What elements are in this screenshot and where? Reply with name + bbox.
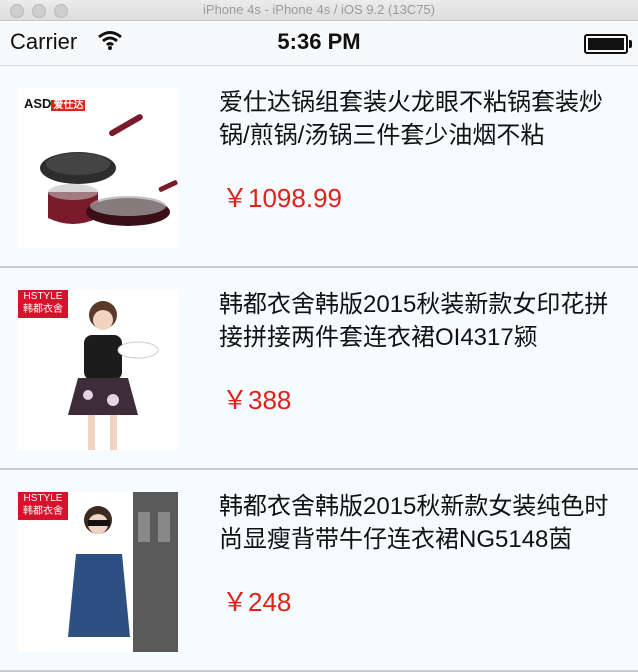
cookware-illustration [40, 114, 178, 226]
product-title: 爱仕达锅组套装火龙眼不粘锅套装炒锅/煎锅/汤锅三件套少油烟不粘 [219, 89, 603, 149]
simulator-window-bar: iPhone 4s - iPhone 4s / iOS 9.2 (13C75) [0, 0, 638, 21]
product-thumbnail: HSTYLE 韩都衣舍 [18, 492, 178, 652]
product-row[interactable]: ASD 爱仕达 爱仕达锅组套装火龙眼不粘锅套装炒锅/煎锅/汤锅三件套少油烟不粘 ￥… [0, 66, 638, 268]
product-row[interactable]: HSTYLE 韩都衣舍 韩都衣舍韩版2015秋装新款女印花拼接拼接两件套连衣裙OI… [0, 268, 638, 470]
product-price: ￥248 [222, 587, 292, 617]
status-time: 5:36 PM [277, 29, 361, 54]
window-title: iPhone 4s - iPhone 4s / iOS 9.2 (13C75) [203, 2, 435, 17]
product-list: ASD 爱仕达 爱仕达锅组套装火龙眼不粘锅套装炒锅/煎锅/汤锅三件套少油烟不粘 ￥… [0, 66, 638, 672]
window-controls [10, 4, 68, 18]
product-price: ￥1098.99 [222, 183, 342, 213]
brand-logo: ASD 爱仕达 [24, 96, 86, 111]
product-thumbnail: HSTYLE 韩都衣舍 [18, 290, 178, 450]
minimize-window-button[interactable] [32, 4, 46, 18]
product-price: ￥388 [222, 385, 292, 415]
product-title: 韩都衣舍韩版2015秋装新款女印花拼接拼接两件套连衣裙OI4317颍 [219, 291, 609, 351]
product-row[interactable]: HSTYLE 韩都衣舍 韩都衣舍韩版2015秋新款女装纯色时尚显瘦背带牛仔连衣裙N… [0, 470, 638, 672]
close-window-button[interactable] [10, 4, 24, 18]
battery-icon [584, 34, 632, 54]
zoom-window-button[interactable] [54, 4, 68, 18]
product-title: 韩都衣舍韩版2015秋新款女装纯色时尚显瘦背带牛仔连衣裙NG5148茵 [219, 493, 609, 553]
ios-status-bar: Carrier 5:36 PM [0, 21, 638, 66]
brand-logo: HSTYLE 韩都衣舍 [18, 290, 68, 318]
brand-logo: HSTYLE 韩都衣舍 [18, 492, 68, 520]
product-thumbnail: ASD 爱仕达 [18, 88, 178, 248]
